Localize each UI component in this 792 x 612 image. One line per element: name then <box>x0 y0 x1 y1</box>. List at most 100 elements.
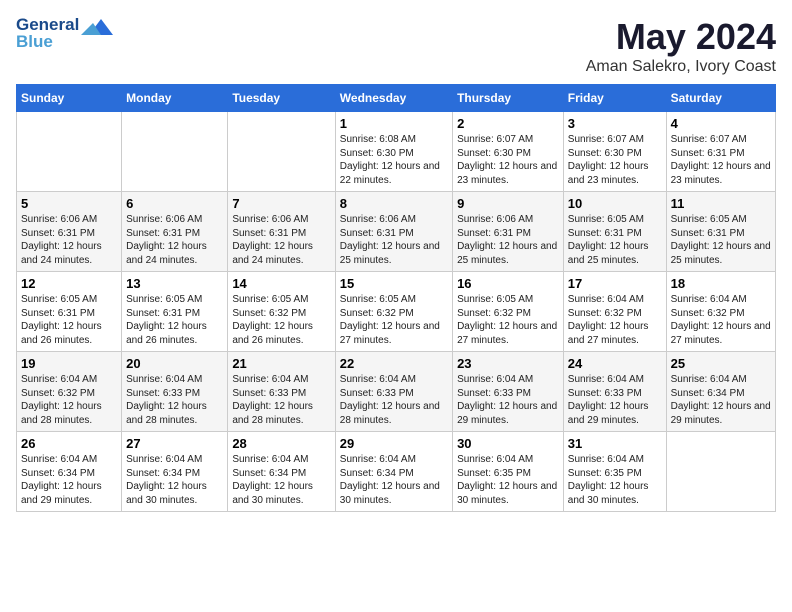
day-cell: 15 Sunrise: 6:05 AMSunset: 6:32 PMDaylig… <box>335 272 452 352</box>
day-number: 18 <box>671 276 771 291</box>
day-info: Sunrise: 6:05 AMSunset: 6:31 PMDaylight:… <box>568 214 649 266</box>
day-cell: 10 Sunrise: 6:05 AMSunset: 6:31 PMDaylig… <box>563 192 666 272</box>
day-info: Sunrise: 6:07 AMSunset: 6:31 PMDaylight:… <box>671 134 771 186</box>
day-info: Sunrise: 6:04 AMSunset: 6:34 PMDaylight:… <box>21 454 102 506</box>
day-cell: 28 Sunrise: 6:04 AMSunset: 6:34 PMDaylig… <box>228 432 335 512</box>
day-info: Sunrise: 6:07 AMSunset: 6:30 PMDaylight:… <box>457 134 557 186</box>
day-info: Sunrise: 6:04 AMSunset: 6:35 PMDaylight:… <box>457 454 557 506</box>
day-cell: 30 Sunrise: 6:04 AMSunset: 6:35 PMDaylig… <box>453 432 564 512</box>
day-cell: 3 Sunrise: 6:07 AMSunset: 6:30 PMDayligh… <box>563 112 666 192</box>
subtitle: Aman Salekro, Ivory Coast <box>586 58 776 76</box>
day-cell: 17 Sunrise: 6:04 AMSunset: 6:32 PMDaylig… <box>563 272 666 352</box>
day-number: 8 <box>340 196 448 211</box>
day-info: Sunrise: 6:04 AMSunset: 6:34 PMDaylight:… <box>671 374 771 426</box>
day-number: 11 <box>671 196 771 211</box>
day-number: 31 <box>568 436 662 451</box>
day-cell: 11 Sunrise: 6:05 AMSunset: 6:31 PMDaylig… <box>666 192 775 272</box>
day-cell: 27 Sunrise: 6:04 AMSunset: 6:34 PMDaylig… <box>122 432 228 512</box>
day-info: Sunrise: 6:04 AMSunset: 6:33 PMDaylight:… <box>232 374 313 426</box>
title-block: May 2024 Aman Salekro, Ivory Coast <box>586 16 776 76</box>
day-number: 15 <box>340 276 448 291</box>
day-info: Sunrise: 6:04 AMSunset: 6:33 PMDaylight:… <box>568 374 649 426</box>
day-info: Sunrise: 6:06 AMSunset: 6:31 PMDaylight:… <box>126 214 207 266</box>
day-info: Sunrise: 6:05 AMSunset: 6:31 PMDaylight:… <box>21 294 102 346</box>
day-cell: 21 Sunrise: 6:04 AMSunset: 6:33 PMDaylig… <box>228 352 335 432</box>
day-info: Sunrise: 6:05 AMSunset: 6:31 PMDaylight:… <box>671 214 771 266</box>
day-number: 20 <box>126 356 223 371</box>
day-number: 1 <box>340 116 448 131</box>
day-cell: 9 Sunrise: 6:06 AMSunset: 6:31 PMDayligh… <box>453 192 564 272</box>
logo: General Blue <box>16 16 113 50</box>
day-number: 12 <box>21 276 117 291</box>
day-cell: 4 Sunrise: 6:07 AMSunset: 6:31 PMDayligh… <box>666 112 775 192</box>
header-row: SundayMondayTuesdayWednesdayThursdayFrid… <box>17 85 776 112</box>
day-number: 3 <box>568 116 662 131</box>
day-cell: 22 Sunrise: 6:04 AMSunset: 6:33 PMDaylig… <box>335 352 452 432</box>
day-info: Sunrise: 6:07 AMSunset: 6:30 PMDaylight:… <box>568 134 649 186</box>
day-number: 7 <box>232 196 330 211</box>
day-cell: 20 Sunrise: 6:04 AMSunset: 6:33 PMDaylig… <box>122 352 228 432</box>
day-info: Sunrise: 6:04 AMSunset: 6:33 PMDaylight:… <box>457 374 557 426</box>
col-header-sunday: Sunday <box>17 85 122 112</box>
day-info: Sunrise: 6:05 AMSunset: 6:31 PMDaylight:… <box>126 294 207 346</box>
day-cell <box>228 112 335 192</box>
day-cell: 1 Sunrise: 6:08 AMSunset: 6:30 PMDayligh… <box>335 112 452 192</box>
day-info: Sunrise: 6:06 AMSunset: 6:31 PMDaylight:… <box>457 214 557 266</box>
week-row-5: 26 Sunrise: 6:04 AMSunset: 6:34 PMDaylig… <box>17 432 776 512</box>
day-info: Sunrise: 6:04 AMSunset: 6:32 PMDaylight:… <box>21 374 102 426</box>
day-number: 13 <box>126 276 223 291</box>
day-number: 25 <box>671 356 771 371</box>
day-cell: 25 Sunrise: 6:04 AMSunset: 6:34 PMDaylig… <box>666 352 775 432</box>
day-number: 23 <box>457 356 559 371</box>
day-info: Sunrise: 6:04 AMSunset: 6:33 PMDaylight:… <box>340 374 440 426</box>
day-cell: 29 Sunrise: 6:04 AMSunset: 6:34 PMDaylig… <box>335 432 452 512</box>
day-number: 16 <box>457 276 559 291</box>
day-cell: 5 Sunrise: 6:06 AMSunset: 6:31 PMDayligh… <box>17 192 122 272</box>
day-info: Sunrise: 6:04 AMSunset: 6:33 PMDaylight:… <box>126 374 207 426</box>
calendar-table: SundayMondayTuesdayWednesdayThursdayFrid… <box>16 84 776 512</box>
day-info: Sunrise: 6:04 AMSunset: 6:34 PMDaylight:… <box>126 454 207 506</box>
day-number: 10 <box>568 196 662 211</box>
day-cell: 18 Sunrise: 6:04 AMSunset: 6:32 PMDaylig… <box>666 272 775 352</box>
week-row-4: 19 Sunrise: 6:04 AMSunset: 6:32 PMDaylig… <box>17 352 776 432</box>
day-info: Sunrise: 6:06 AMSunset: 6:31 PMDaylight:… <box>232 214 313 266</box>
day-cell: 19 Sunrise: 6:04 AMSunset: 6:32 PMDaylig… <box>17 352 122 432</box>
day-number: 14 <box>232 276 330 291</box>
day-number: 6 <box>126 196 223 211</box>
day-number: 4 <box>671 116 771 131</box>
day-number: 5 <box>21 196 117 211</box>
day-info: Sunrise: 6:04 AMSunset: 6:32 PMDaylight:… <box>568 294 649 346</box>
col-header-monday: Monday <box>122 85 228 112</box>
day-cell: 16 Sunrise: 6:05 AMSunset: 6:32 PMDaylig… <box>453 272 564 352</box>
day-cell: 31 Sunrise: 6:04 AMSunset: 6:35 PMDaylig… <box>563 432 666 512</box>
day-number: 30 <box>457 436 559 451</box>
day-cell <box>17 112 122 192</box>
day-number: 26 <box>21 436 117 451</box>
logo-icon <box>81 15 113 41</box>
day-info: Sunrise: 6:05 AMSunset: 6:32 PMDaylight:… <box>232 294 313 346</box>
day-cell: 12 Sunrise: 6:05 AMSunset: 6:31 PMDaylig… <box>17 272 122 352</box>
day-info: Sunrise: 6:04 AMSunset: 6:32 PMDaylight:… <box>671 294 771 346</box>
day-cell: 23 Sunrise: 6:04 AMSunset: 6:33 PMDaylig… <box>453 352 564 432</box>
day-cell <box>122 112 228 192</box>
day-cell: 26 Sunrise: 6:04 AMSunset: 6:34 PMDaylig… <box>17 432 122 512</box>
day-cell: 2 Sunrise: 6:07 AMSunset: 6:30 PMDayligh… <box>453 112 564 192</box>
day-number: 29 <box>340 436 448 451</box>
week-row-2: 5 Sunrise: 6:06 AMSunset: 6:31 PMDayligh… <box>17 192 776 272</box>
day-cell <box>666 432 775 512</box>
day-cell: 14 Sunrise: 6:05 AMSunset: 6:32 PMDaylig… <box>228 272 335 352</box>
day-cell: 6 Sunrise: 6:06 AMSunset: 6:31 PMDayligh… <box>122 192 228 272</box>
day-info: Sunrise: 6:06 AMSunset: 6:31 PMDaylight:… <box>340 214 440 266</box>
day-info: Sunrise: 6:05 AMSunset: 6:32 PMDaylight:… <box>340 294 440 346</box>
page-header: General Blue May 2024 Aman Salekro, Ivor… <box>16 16 776 76</box>
day-info: Sunrise: 6:05 AMSunset: 6:32 PMDaylight:… <box>457 294 557 346</box>
day-cell: 24 Sunrise: 6:04 AMSunset: 6:33 PMDaylig… <box>563 352 666 432</box>
col-header-saturday: Saturday <box>666 85 775 112</box>
col-header-thursday: Thursday <box>453 85 564 112</box>
day-number: 2 <box>457 116 559 131</box>
day-number: 24 <box>568 356 662 371</box>
day-cell: 7 Sunrise: 6:06 AMSunset: 6:31 PMDayligh… <box>228 192 335 272</box>
week-row-3: 12 Sunrise: 6:05 AMSunset: 6:31 PMDaylig… <box>17 272 776 352</box>
col-header-friday: Friday <box>563 85 666 112</box>
day-info: Sunrise: 6:06 AMSunset: 6:31 PMDaylight:… <box>21 214 102 266</box>
